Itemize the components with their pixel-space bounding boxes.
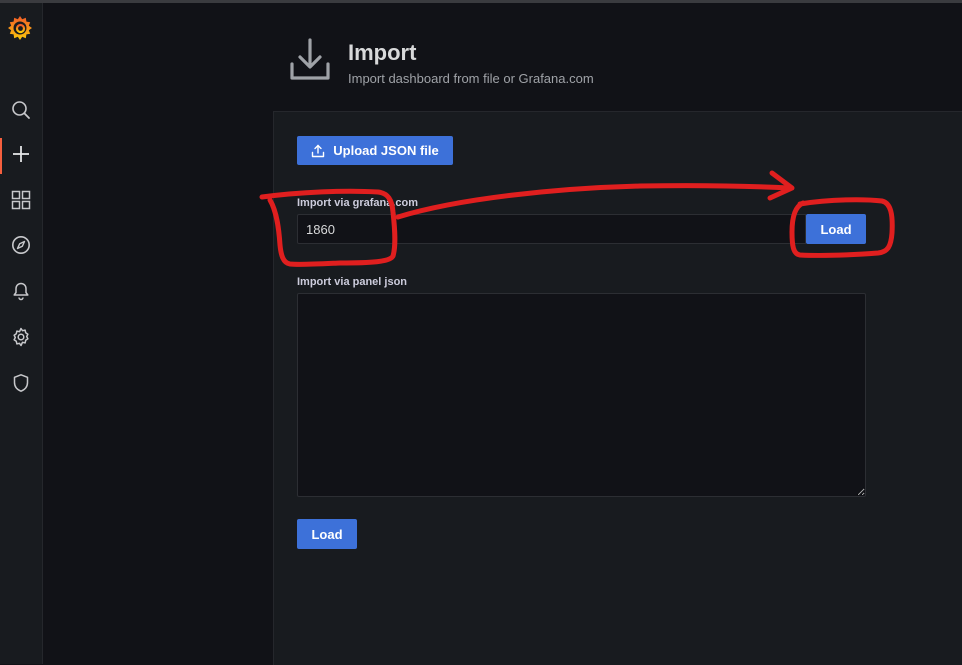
sidebar: [0, 3, 43, 664]
nav-explore[interactable]: [0, 225, 42, 265]
compass-icon: [12, 236, 30, 254]
nav-dashboards[interactable]: [0, 180, 42, 220]
nav-server-admin[interactable]: [0, 363, 42, 403]
page-header: Import Import dashboard from file or Gra…: [288, 36, 594, 88]
nav-create[interactable]: [0, 134, 42, 174]
dashboards-icon: [11, 190, 31, 210]
page-title: Import: [348, 40, 417, 65]
upload-json-button[interactable]: Upload JSON file: [297, 136, 453, 165]
panel-json-label: Import via panel json: [297, 276, 408, 288]
nav-search[interactable]: [0, 90, 42, 130]
download-icon: [290, 38, 330, 80]
shield-icon: [13, 374, 29, 392]
page-subtitle: Import dashboard from file or Grafana.co…: [348, 71, 594, 86]
search-icon: [12, 101, 30, 119]
grafana-logo-icon[interactable]: [5, 13, 35, 43]
plus-icon: [13, 146, 29, 162]
grafana-import-label: Import via grafana.com: [297, 197, 419, 209]
upload-icon: [312, 144, 325, 157]
bell-icon: [13, 282, 29, 301]
panel-json-textarea[interactable]: [297, 293, 866, 497]
grafana-load-button[interactable]: Load: [806, 214, 866, 244]
panel-json-load-button[interactable]: Load: [297, 519, 357, 549]
gear-icon: [13, 327, 29, 347]
nav-configuration[interactable]: [0, 317, 42, 357]
top-border: [0, 0, 962, 3]
upload-json-label: Upload JSON file: [333, 143, 439, 158]
header-text: Import Import dashboard from file or Gra…: [348, 36, 594, 86]
nav-alerting[interactable]: [0, 271, 42, 311]
grafana-dashboard-id-input[interactable]: [297, 214, 806, 244]
